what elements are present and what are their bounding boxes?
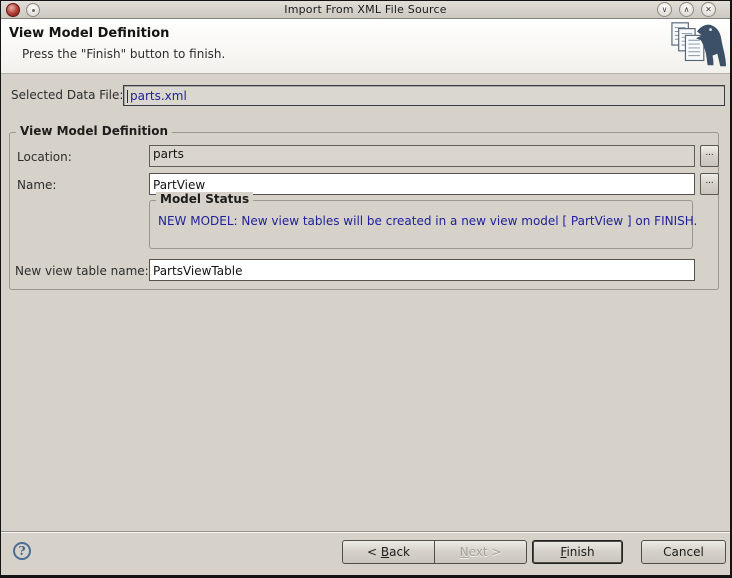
model-status-message: NEW MODEL: New view tables will be creat… [158, 214, 697, 228]
window-maximize-button[interactable]: ∧ [679, 2, 694, 17]
location-field[interactable]: parts [149, 145, 695, 167]
name-label: Name: [17, 178, 56, 192]
finish-label-post: inish [566, 545, 594, 559]
window-title: Import From XML File Source [1, 3, 730, 16]
window-shade-button[interactable]: ∨ [657, 2, 672, 17]
selected-data-file-value: parts.xml [130, 89, 187, 103]
new-view-table-name-label: New view table name: [15, 264, 149, 278]
help-button[interactable]: ? [13, 542, 31, 560]
close-icon: ✕ [705, 5, 712, 14]
back-button[interactable]: < Back [342, 540, 435, 564]
back-label-pre: < [367, 545, 381, 559]
new-view-table-name-input[interactable] [149, 259, 695, 281]
documents-dinosaur-icon [670, 21, 726, 75]
next-label-mnemonic: N [460, 545, 469, 559]
cancel-button[interactable]: Cancel [641, 540, 726, 564]
help-icon: ? [18, 544, 25, 558]
next-button[interactable]: Next > [434, 540, 527, 564]
footer-separator [1, 531, 730, 533]
next-label-post: ext > [469, 545, 502, 559]
selected-data-file-field[interactable]: parts.xml [123, 85, 725, 106]
location-value: parts [153, 147, 184, 161]
text-caret [127, 90, 128, 103]
titlebar: Import From XML File Source ∨ ∧ ✕ [1, 1, 730, 19]
location-label: Location: [17, 150, 72, 164]
cancel-label: Cancel [663, 545, 704, 559]
window-close-button[interactable]: ✕ [701, 2, 716, 17]
back-label-post: ack [389, 545, 410, 559]
model-status-group: Model Status NEW MODEL: New view tables … [149, 200, 693, 249]
import-wizard-window: Import From XML File Source ∨ ∧ ✕ View M… [0, 0, 732, 578]
view-model-definition-group-title: View Model Definition [16, 124, 172, 138]
page-title: View Model Definition [9, 26, 169, 41]
page-subtitle: Press the "Finish" button to finish. [22, 47, 225, 61]
name-browse-button[interactable]: ... [700, 173, 719, 195]
model-status-title: Model Status [156, 192, 253, 206]
chevron-down-icon: ∨ [662, 5, 668, 14]
selected-data-file-label: Selected Data File: [11, 88, 123, 102]
back-label-mnemonic: B [381, 545, 389, 559]
location-browse-button[interactable]: ... [700, 145, 719, 167]
finish-button[interactable]: Finish [532, 540, 623, 564]
chevron-up-icon: ∧ [684, 5, 690, 14]
wizard-banner: View Model Definition Press the "Finish"… [1, 19, 730, 74]
